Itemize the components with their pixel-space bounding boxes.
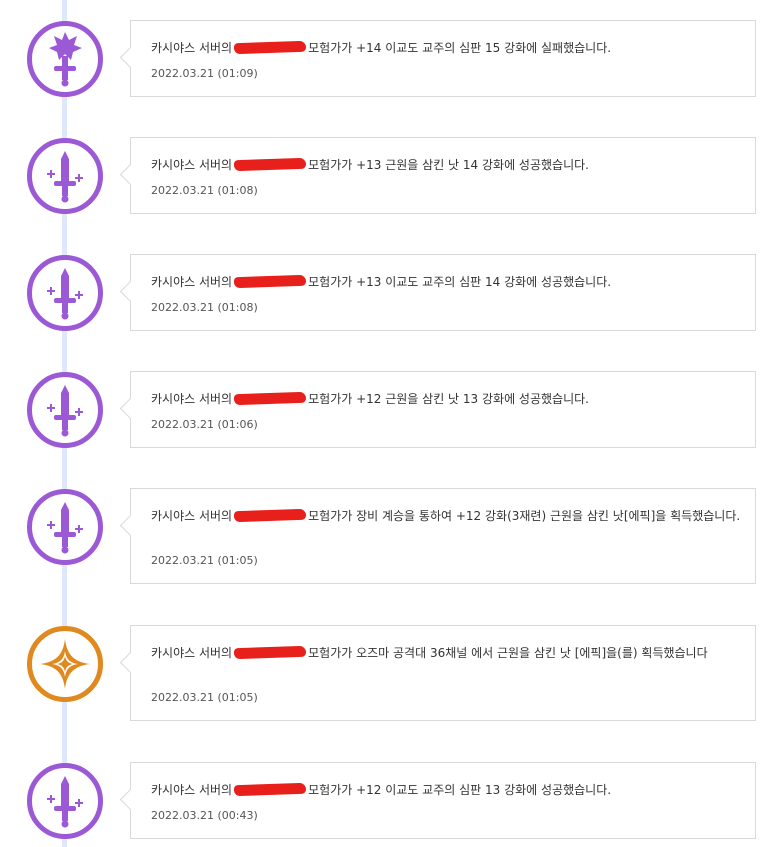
redacted-name <box>233 391 307 406</box>
sword-upgrade-icon <box>47 502 83 554</box>
redacted-name <box>233 274 307 289</box>
redacted-name <box>233 157 307 172</box>
log-card: 카시야스 서버의 모험가가 +13 이교도 교주의 심판 14 강화에 성공했습니… <box>130 254 756 331</box>
success-badge <box>27 255 103 331</box>
server-prefix: 카시야스 서버의 <box>151 783 233 797</box>
sword-upgrade-icon <box>47 151 83 203</box>
server-prefix: 카시야스 서버의 <box>151 509 233 523</box>
log-date: 2022.03.21 (01:08) <box>151 301 258 314</box>
log-message: 카시야스 서버의 모험가가 장비 계승을 통하여 +12 강화(3재련) 근원을 … <box>151 506 741 526</box>
server-prefix: 카시야스 서버의 <box>151 41 233 55</box>
sword-upgrade-icon <box>47 268 83 320</box>
log-text: 모험가가 장비 계승을 통하여 +12 강화(3재련) 근원을 삼킨 낫[에픽]… <box>308 509 741 523</box>
log-card: 카시야스 서버의 모험가가 오즈마 공격대 36채널 에서 근원을 삼킨 낫 [에… <box>130 625 756 721</box>
log-text: 모험가가 +12 이교도 교주의 심판 13 강화에 성공했습니다. <box>308 783 612 797</box>
acquire-badge <box>27 626 103 702</box>
log-card: 카시야스 서버의 모험가가 +13 근원을 삼킨 낫 14 강화에 성공했습니다.… <box>130 137 756 214</box>
log-card: 카시야스 서버의 모험가가 +12 이교도 교주의 심판 13 강화에 성공했습니… <box>130 762 756 839</box>
log-text: 모험가가 +13 이교도 교주의 심판 14 강화에 성공했습니다. <box>308 275 612 289</box>
log-date: 2022.03.21 (01:08) <box>151 184 258 197</box>
redacted-name <box>233 40 307 55</box>
redacted-name <box>233 508 307 523</box>
log-date: 2022.03.21 (01:09) <box>151 67 258 80</box>
log-message: 카시야스 서버의 모험가가 +12 이교도 교주의 심판 13 강화에 성공했습니… <box>151 780 741 800</box>
log-date: 2022.03.21 (00:43) <box>151 809 258 822</box>
redacted-name <box>233 645 307 660</box>
redacted-name <box>233 782 307 797</box>
fail-badge <box>27 21 103 97</box>
server-prefix: 카시야스 서버의 <box>151 158 233 172</box>
server-prefix: 카시야스 서버의 <box>151 392 233 406</box>
log-message: 카시야스 서버의 모험가가 +13 근원을 삼킨 낫 14 강화에 성공했습니다. <box>151 155 741 175</box>
log-text: 모험가가 +12 근원을 삼킨 낫 13 강화에 성공했습니다. <box>308 392 589 406</box>
sword-upgrade-icon <box>47 776 83 828</box>
log-text: 모험가가 +14 이교도 교주의 심판 15 강화에 실패했습니다. <box>308 41 612 55</box>
server-prefix: 카시야스 서버의 <box>151 646 233 660</box>
log-message: 카시야스 서버의 모험가가 +14 이교도 교주의 심판 15 강화에 실패했습니… <box>151 38 741 58</box>
log-text: 모험가가 오즈마 공격대 36채널 에서 근원을 삼킨 낫 [에픽]을(를) 획… <box>308 646 708 660</box>
success-badge <box>27 138 103 214</box>
log-message: 카시야스 서버의 모험가가 +12 근원을 삼킨 낫 13 강화에 성공했습니다. <box>151 389 741 409</box>
success-badge <box>27 372 103 448</box>
log-message: 카시야스 서버의 모험가가 오즈마 공격대 36채널 에서 근원을 삼킨 낫 [에… <box>151 643 741 663</box>
sword-broken-icon <box>49 32 82 87</box>
log-card: 카시야스 서버의 모험가가 +12 근원을 삼킨 낫 13 강화에 성공했습니다.… <box>130 371 756 448</box>
sword-upgrade-icon <box>47 385 83 437</box>
log-card: 카시야스 서버의 모험가가 +14 이교도 교주의 심판 15 강화에 실패했습니… <box>130 20 756 97</box>
log-text: 모험가가 +13 근원을 삼킨 낫 14 강화에 성공했습니다. <box>308 158 589 172</box>
log-message: 카시야스 서버의 모험가가 +13 이교도 교주의 심판 14 강화에 성공했습니… <box>151 272 741 292</box>
log-date: 2022.03.21 (01:05) <box>151 554 258 567</box>
server-prefix: 카시야스 서버의 <box>151 275 233 289</box>
success-badge <box>27 489 103 565</box>
log-date: 2022.03.21 (01:06) <box>151 418 258 431</box>
star-sparkle-icon <box>40 639 90 689</box>
log-card: 카시야스 서버의 모험가가 장비 계승을 통하여 +12 강화(3재련) 근원을 … <box>130 488 756 584</box>
success-badge <box>27 763 103 839</box>
log-date: 2022.03.21 (01:05) <box>151 691 258 704</box>
